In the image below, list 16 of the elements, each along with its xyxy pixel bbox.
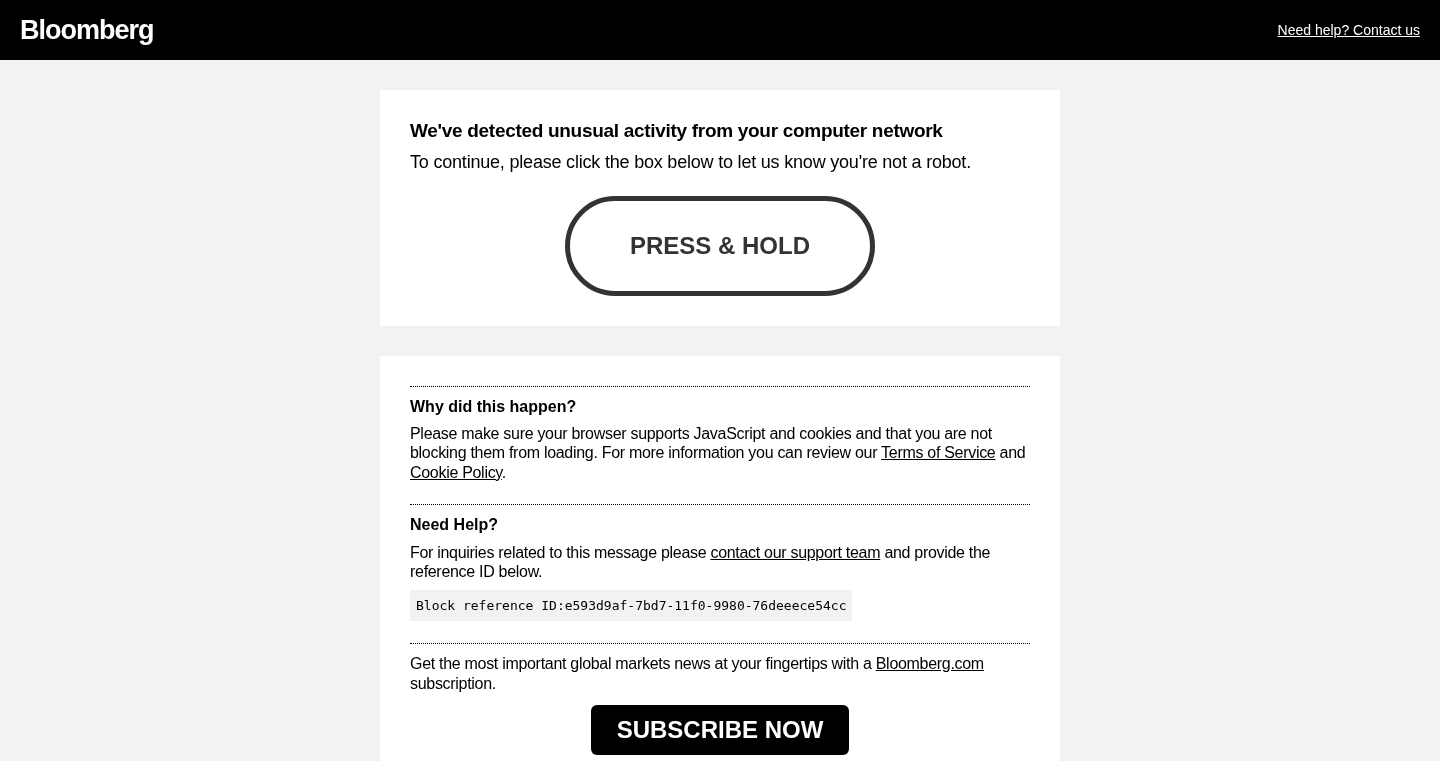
text-link[interactable]: Bloomberg.com [875, 655, 984, 673]
press-hold-button[interactable]: PRESS & HOLD [565, 195, 875, 296]
text-link[interactable]: Cookie Policy [410, 464, 502, 481]
challenge-title: We've detected unusual activity from your computer network [410, 120, 944, 143]
section-heading: Why did this happen? [410, 396, 578, 416]
section-paragraph: Please make sure your browser supports JavaScript and cookies and that you are not blocking them from loading. For more information you can review our Terms of Service and Cookie Policy. [410, 424, 1027, 483]
section-heading: Need Help? [410, 515, 499, 535]
reference-id: Block reference ID:e593d9af-7bd7-11f0-9980-76deeece54cc [410, 589, 853, 622]
subscribe-button[interactable]: SUBSCRIBE NOW [591, 705, 849, 756]
text-link[interactable]: contact our support team [710, 543, 881, 561]
text-link[interactable]: Terms of Service [881, 444, 996, 462]
section-paragraph: Get the most important global markets news at your fingertips with a Bloomberg.com subscription. [410, 654, 985, 694]
help-link[interactable]: Need help? Contact us [1277, 19, 1420, 41]
section-paragraph: For inquiries related to this message please contact our support team and provide the reference ID below. [410, 542, 992, 582]
challenge-instruction: To continue, please click the box below to let us know you're not a robot. [410, 150, 972, 174]
logo[interactable]: Bloomberg [20, 9, 154, 51]
